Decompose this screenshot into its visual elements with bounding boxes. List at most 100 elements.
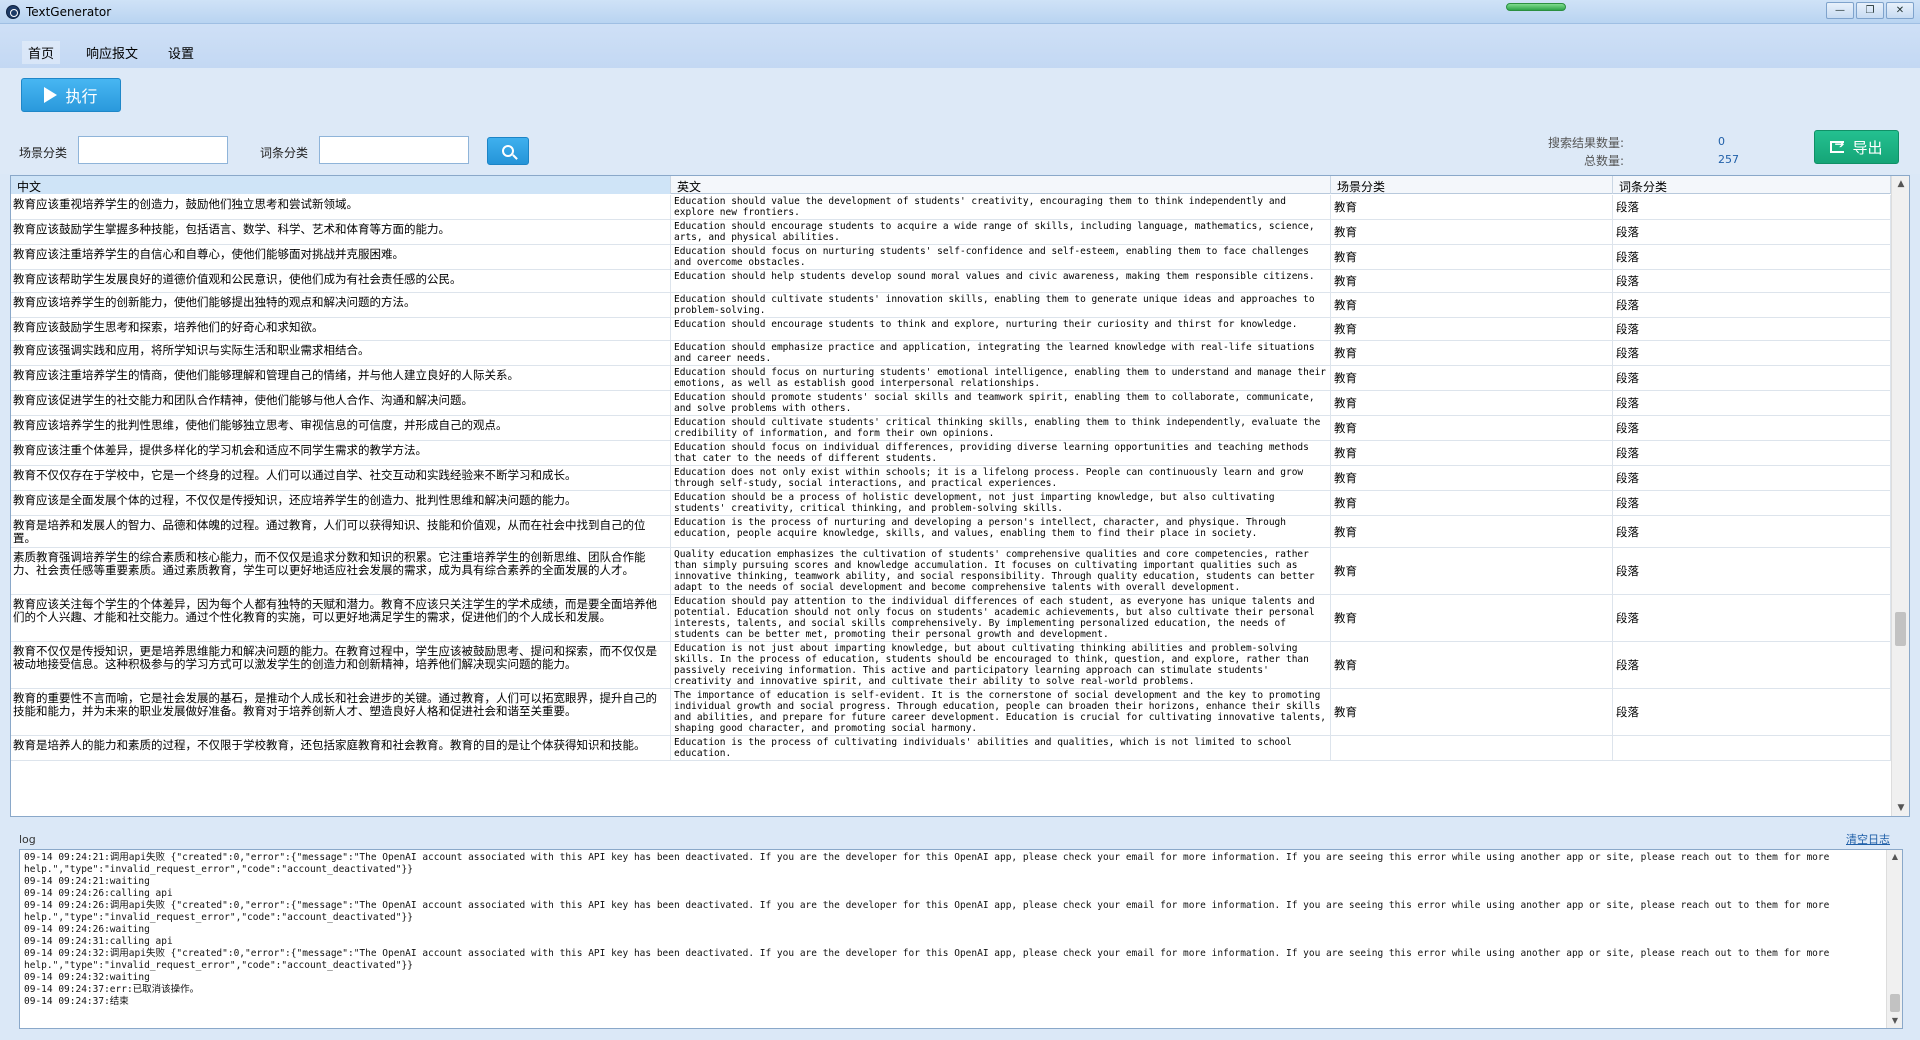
table-row[interactable]: 教育应该注重培养学生的自信心和自尊心，使他们能够面对挑战并克服困难。 Educat…	[11, 245, 1891, 270]
cell-scene[interactable]: 教育	[1331, 270, 1613, 292]
table-row[interactable]: 教育应该鼓励学生思考和探索，培养他们的好奇心和求知欲。 Education sho…	[11, 318, 1891, 341]
cell-en[interactable]: Education is the process of cultivating …	[671, 736, 1331, 760]
table-row[interactable]: 教育应该是全面发展个体的过程，不仅仅是传授知识，还应培养学生的创造力、批判性思维…	[11, 491, 1891, 516]
cell-category[interactable]: 段落	[1613, 595, 1891, 641]
export-button[interactable]: 导出	[1814, 130, 1899, 164]
cell-zh[interactable]: 素质教育强调培养学生的综合素质和核心能力，而不仅仅是追求分数和知识的积累。它注重…	[11, 548, 671, 594]
table-row[interactable]: 教育应该注重个体差异，提供多样化的学习机会和适应不同学生需求的教学方法。 Educ…	[11, 441, 1891, 466]
table-row[interactable]: 教育应该促进学生的社交能力和团队合作精神，使他们能够与他人合作、沟通和解决问题。…	[11, 391, 1891, 416]
table-row[interactable]: 教育应该培养学生的批判性思维，使他们能够独立思考、审视信息的可信度，并形成自己的…	[11, 416, 1891, 441]
cell-zh[interactable]: 教育应该鼓励学生掌握多种技能，包括语言、数学、科学、艺术和体育等方面的能力。	[11, 220, 671, 244]
cell-category[interactable]: 段落	[1613, 391, 1891, 415]
cell-en[interactable]: Education should cultivate students' inn…	[671, 293, 1331, 317]
cell-scene[interactable]: 教育	[1331, 341, 1613, 365]
table-row[interactable]: 教育是培养人的能力和素质的过程，不仅限于学校教育，还包括家庭教育和社会教育。教育…	[11, 736, 1891, 761]
cell-en[interactable]: Education is not just about imparting kn…	[671, 642, 1331, 688]
term-input[interactable]	[319, 136, 469, 164]
menu-settings[interactable]: 设置	[162, 41, 200, 64]
cell-zh[interactable]: 教育应该培养学生的创新能力，使他们能够提出独特的观点和解决问题的方法。	[11, 293, 671, 317]
cell-category[interactable]: 段落	[1613, 642, 1891, 688]
table-row[interactable]: 教育是培养和发展人的智力、品德和体魄的过程。通过教育，人们可以获得知识、技能和价…	[11, 516, 1891, 548]
table-row[interactable]: 教育应该鼓励学生掌握多种技能，包括语言、数学、科学、艺术和体育等方面的能力。 Ed…	[11, 220, 1891, 245]
log-scroll-up-icon[interactable]: ▲	[1887, 850, 1902, 864]
cell-category[interactable]: 段落	[1613, 548, 1891, 594]
search-button[interactable]	[487, 137, 529, 165]
table-row[interactable]: 教育应该重视培养学生的创造力，鼓励他们独立思考和尝试新领域。 Education …	[11, 195, 1891, 220]
table-row[interactable]: 教育应该注重培养学生的情商，使他们能够理解和管理自己的情绪，并与他人建立良好的人…	[11, 366, 1891, 391]
cell-category[interactable]: 段落	[1613, 341, 1891, 365]
cell-scene[interactable]: 教育	[1331, 195, 1613, 219]
restore-button[interactable]: ❐	[1856, 2, 1884, 19]
cell-scene[interactable]: 教育	[1331, 318, 1613, 340]
grid-scrollbar[interactable]: ▲ ▼	[1891, 176, 1909, 816]
table-row[interactable]: 教育不仅仅存在于学校中，它是一个终身的过程。人们可以通过自学、社交互动和实践经验…	[11, 466, 1891, 491]
header-zh[interactable]: 中文	[11, 176, 671, 194]
log-scroll-down-icon[interactable]: ▼	[1887, 1014, 1902, 1028]
cell-category[interactable]: 段落	[1613, 441, 1891, 465]
cell-zh[interactable]: 教育应该注重培养学生的情商，使他们能够理解和管理自己的情绪，并与他人建立良好的人…	[11, 366, 671, 390]
cell-scene[interactable]: 教育	[1331, 595, 1613, 641]
cell-category[interactable]: 段落	[1613, 416, 1891, 440]
cell-en[interactable]: Education should be a process of holisti…	[671, 491, 1331, 515]
table-row[interactable]: 教育应该培养学生的创新能力，使他们能够提出独特的观点和解决问题的方法。 Educa…	[11, 293, 1891, 318]
cell-zh[interactable]: 教育应该是全面发展个体的过程，不仅仅是传授知识，还应培养学生的创造力、批判性思维…	[11, 491, 671, 515]
cell-scene[interactable]: 教育	[1331, 689, 1613, 735]
cell-zh[interactable]: 教育应该鼓励学生思考和探索，培养他们的好奇心和求知欲。	[11, 318, 671, 340]
cell-zh[interactable]: 教育不仅仅是传授知识，更是培养思维能力和解决问题的能力。在教育过程中，学生应该被…	[11, 642, 671, 688]
cell-category[interactable]: 段落	[1613, 220, 1891, 244]
clear-log-link[interactable]: 清空日志	[1846, 831, 1890, 847]
cell-category[interactable]: 段落	[1613, 195, 1891, 219]
cell-scene[interactable]: 教育	[1331, 416, 1613, 440]
cell-en[interactable]: Education should pay attention to the in…	[671, 595, 1331, 641]
header-en[interactable]: 英文	[671, 176, 1331, 194]
cell-scene[interactable]	[1331, 736, 1613, 760]
cell-scene[interactable]: 教育	[1331, 642, 1613, 688]
cell-scene[interactable]: 教育	[1331, 466, 1613, 490]
cell-category[interactable]: 段落	[1613, 491, 1891, 515]
cell-category[interactable]: 段落	[1613, 318, 1891, 340]
cell-zh[interactable]: 教育应该注重培养学生的自信心和自尊心，使他们能够面对挑战并克服困难。	[11, 245, 671, 269]
cell-scene[interactable]: 教育	[1331, 441, 1613, 465]
minimize-button[interactable]: —	[1826, 2, 1854, 19]
cell-en[interactable]: Education should cultivate students' cri…	[671, 416, 1331, 440]
table-row[interactable]: 教育应该帮助学生发展良好的道德价值观和公民意识，使他们成为有社会责任感的公民。 E…	[11, 270, 1891, 293]
cell-scene[interactable]: 教育	[1331, 293, 1613, 317]
cell-scene[interactable]: 教育	[1331, 245, 1613, 269]
cell-zh[interactable]: 教育应该关注每个学生的个体差异，因为每个人都有独特的天赋和潜力。教育不应该只关注…	[11, 595, 671, 641]
cell-zh[interactable]: 教育应该重视培养学生的创造力，鼓励他们独立思考和尝试新领域。	[11, 195, 671, 219]
cell-category[interactable]: 段落	[1613, 245, 1891, 269]
cell-en[interactable]: Education is the process of nurturing an…	[671, 516, 1331, 547]
table-row[interactable]: 教育应该关注每个学生的个体差异，因为每个人都有独特的天赋和潜力。教育不应该只关注…	[11, 595, 1891, 642]
cell-scene[interactable]: 教育	[1331, 366, 1613, 390]
cell-en[interactable]: Education should promote students' socia…	[671, 391, 1331, 415]
table-row[interactable]: 教育的重要性不言而喻，它是社会发展的基石，是推动个人成长和社会进步的关键。通过教…	[11, 689, 1891, 736]
cell-category[interactable]	[1613, 736, 1891, 760]
cell-en[interactable]: Quality education emphasizes the cultiva…	[671, 548, 1331, 594]
cell-scene[interactable]: 教育	[1331, 548, 1613, 594]
cell-zh[interactable]: 教育是培养人的能力和素质的过程，不仅限于学校教育，还包括家庭教育和社会教育。教育…	[11, 736, 671, 760]
cell-scene[interactable]: 教育	[1331, 516, 1613, 547]
cell-en[interactable]: The importance of education is self-evid…	[671, 689, 1331, 735]
cell-scene[interactable]: 教育	[1331, 391, 1613, 415]
table-row[interactable]: 教育应该强调实践和应用，将所学知识与实际生活和职业需求相结合。 Education…	[11, 341, 1891, 366]
log-scroll-thumb[interactable]	[1890, 994, 1900, 1012]
log-panel[interactable]: 09-14 09:24:21:调用api失败 {"created":0,"err…	[19, 849, 1903, 1029]
menu-response[interactable]: 响应报文	[80, 41, 144, 64]
cell-en[interactable]: Education should help students develop s…	[671, 270, 1331, 292]
cell-scene[interactable]: 教育	[1331, 491, 1613, 515]
scroll-down-icon[interactable]: ▼	[1892, 800, 1909, 816]
cell-en[interactable]: Education should focus on individual dif…	[671, 441, 1331, 465]
cell-scene[interactable]: 教育	[1331, 220, 1613, 244]
cell-zh[interactable]: 教育是培养和发展人的智力、品德和体魄的过程。通过教育，人们可以获得知识、技能和价…	[11, 516, 671, 547]
header-scene[interactable]: 场景分类	[1331, 176, 1613, 194]
cell-zh[interactable]: 教育应该强调实践和应用，将所学知识与实际生活和职业需求相结合。	[11, 341, 671, 365]
table-row[interactable]: 素质教育强调培养学生的综合素质和核心能力，而不仅仅是追求分数和知识的积累。它注重…	[11, 548, 1891, 595]
cell-category[interactable]: 段落	[1613, 466, 1891, 490]
header-category[interactable]: 词条分类	[1613, 176, 1891, 194]
scene-input[interactable]	[78, 136, 228, 164]
cell-zh[interactable]: 教育应该培养学生的批判性思维，使他们能够独立思考、审视信息的可信度，并形成自己的…	[11, 416, 671, 440]
cell-zh[interactable]: 教育的重要性不言而喻，它是社会发展的基石，是推动个人成长和社会进步的关键。通过教…	[11, 689, 671, 735]
table-row[interactable]: 教育不仅仅是传授知识，更是培养思维能力和解决问题的能力。在教育过程中，学生应该被…	[11, 642, 1891, 689]
cell-en[interactable]: Education should focus on nurturing stud…	[671, 245, 1331, 269]
cell-category[interactable]: 段落	[1613, 689, 1891, 735]
